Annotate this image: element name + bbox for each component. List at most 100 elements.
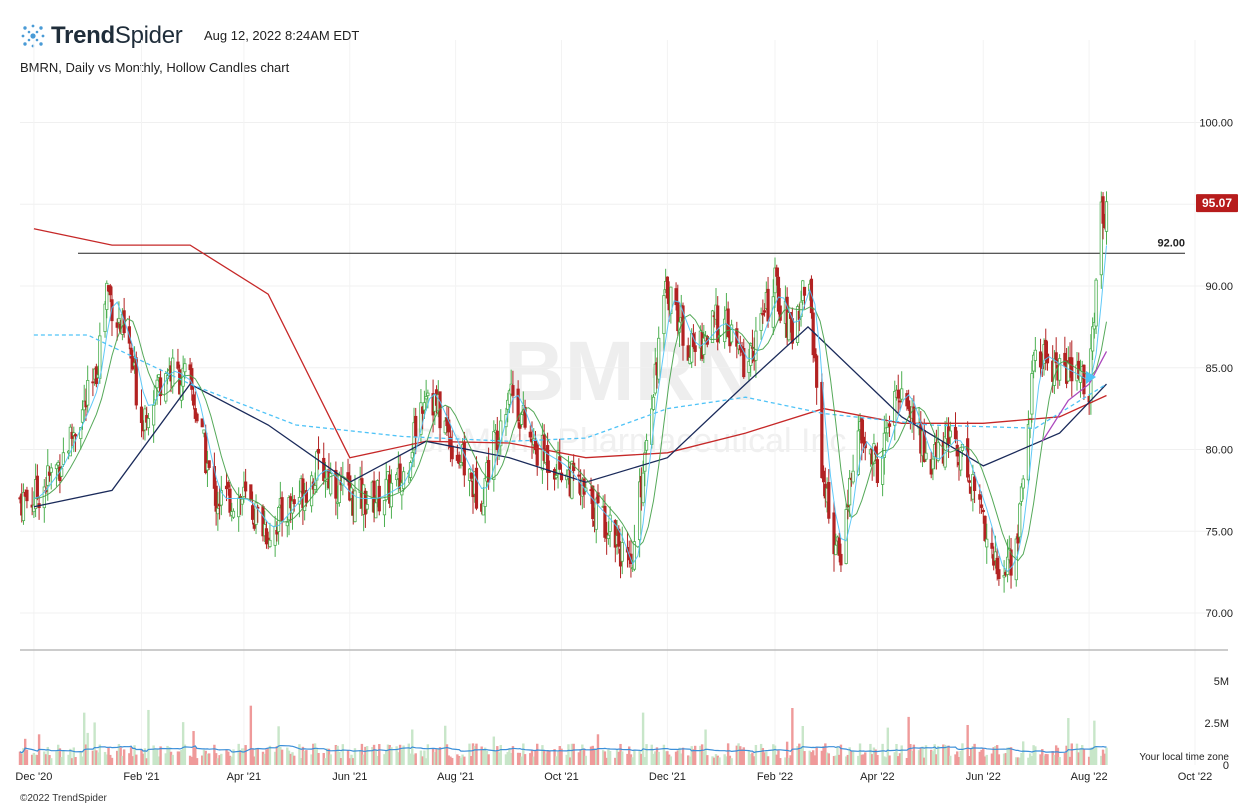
candle-body [231,510,236,518]
candle-body [693,345,697,352]
volume-bar [730,758,733,765]
candle-body [474,467,479,509]
timezone-note: Your local time zone [1139,752,1229,763]
candle-body [459,462,463,466]
volume-bar [475,743,478,765]
price-tick: 70.00 [1205,608,1233,620]
candle-body [775,267,779,277]
candle-body [1066,362,1070,382]
price-tick: 90.00 [1205,281,1233,293]
candle-body [56,462,60,466]
volume-bar [329,754,332,765]
volume-bar [1021,741,1025,765]
candle-body [61,452,65,465]
volume-bar [754,744,758,765]
candle-body [790,318,794,344]
candle-body [207,460,211,468]
volume-bar [378,744,381,765]
candle-body [948,430,952,438]
volume-bar [657,751,660,765]
candle-body [554,475,558,479]
candle-body [73,434,78,437]
volume-bar [293,755,296,765]
candle-body [487,460,491,483]
candle-body [292,499,296,505]
volume-tick: 2.5M [1205,718,1229,730]
candle-body [49,467,53,473]
volume-bar [791,708,794,765]
price-tick: 100.00 [1199,118,1233,130]
candle-body [309,475,314,507]
volume-bar [207,753,211,765]
candle-body [1030,373,1034,415]
candle-body [200,418,204,428]
volume-bar [997,754,1001,765]
candle-body [519,414,524,425]
candle-body [450,445,454,460]
candle-body [228,488,232,513]
candle-body [91,381,95,384]
volume-bar [414,753,417,765]
candle-body [176,361,180,369]
candle-body [315,451,319,481]
volume-bar [317,752,320,765]
volume-bar [1105,747,1108,765]
candle-body [620,542,624,562]
candle-body [887,423,892,427]
volume-bar [718,757,721,765]
candle-body [1021,478,1025,489]
time-tick: Jun '22 [966,771,1001,783]
time-tick: Aug '21 [437,771,474,783]
candle-body [426,392,430,397]
candle-body [577,474,581,477]
volume-bar [365,746,369,765]
volume-bar [584,755,588,765]
volume-bar [608,750,612,765]
candle-body [280,497,284,522]
time-tick: Aug '22 [1071,771,1108,783]
time-tick: Oct '21 [544,771,579,783]
candle-body [365,504,369,510]
volume-bar [985,754,988,765]
volume-bar [961,743,964,765]
time-tick: Dec '20 [15,771,52,783]
candle-body [983,515,987,541]
candle-body [190,368,194,390]
volume-bar [450,757,454,765]
candle-body [183,363,187,373]
candle-body [374,502,378,519]
candle-body [139,406,144,424]
candle-body [86,380,90,406]
candle-body [978,494,982,500]
volume-bar [1094,747,1098,765]
candle-body [839,553,843,566]
volume-bar [572,743,575,765]
candle-body [990,542,994,549]
volume-bar [851,751,855,765]
volume-bar [62,750,65,765]
candle-body [981,509,985,513]
candle-body [931,458,935,470]
volume-bar [25,749,29,765]
candle-body [761,312,765,316]
candle-body [851,470,855,483]
candle-body [202,429,206,434]
candle-body [641,472,645,504]
time-tick: Feb '22 [757,771,793,783]
price-tick: 75.00 [1205,526,1233,538]
candle-body [875,459,880,484]
volume-bar [110,757,114,765]
candle-body [972,476,977,491]
candle-body [152,404,156,426]
candle-body [1033,349,1037,361]
candle-body [900,388,904,400]
candle-body [896,389,900,399]
time-tick: Oct '22 [1178,771,1213,783]
candle-body [244,481,248,492]
candle-body [191,394,196,406]
candle-body [214,485,218,512]
price-chart[interactable]: BMRN BioMarin Pharmaceutical Inc 92.00 1… [0,0,1259,809]
candle-body [848,477,852,506]
candle-body [979,504,984,508]
candle-body [511,385,515,396]
